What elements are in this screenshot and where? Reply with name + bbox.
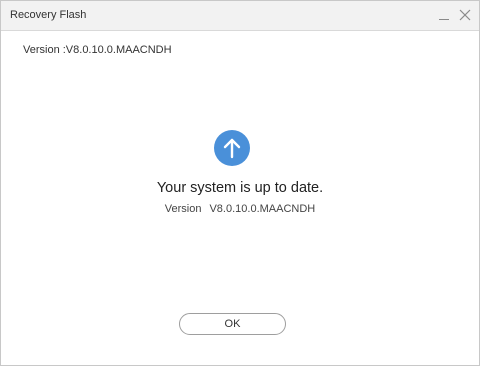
- title-bar[interactable]: Recovery Flash: [1, 1, 479, 31]
- current-version-label: Version :V8.0.10.0.MAACNDH: [23, 44, 172, 56]
- ok-button[interactable]: OK: [179, 313, 286, 335]
- status-message: Your system is up to date.: [156, 180, 324, 196]
- version-prefix: Version: [164, 203, 202, 215]
- version-info: Version V8.0.10.0.MAACNDH: [1, 203, 479, 215]
- recovery-flash-window: Recovery Flash Version :V8.0.10.0.MAACND…: [0, 0, 480, 366]
- arrow-up-circle-icon: [214, 130, 250, 166]
- version-value: V8.0.10.0.MAACNDH: [209, 203, 316, 215]
- close-button[interactable]: [458, 8, 472, 22]
- window-title: Recovery Flash: [10, 9, 87, 21]
- close-icon: [459, 9, 471, 21]
- minimize-button[interactable]: [437, 9, 451, 23]
